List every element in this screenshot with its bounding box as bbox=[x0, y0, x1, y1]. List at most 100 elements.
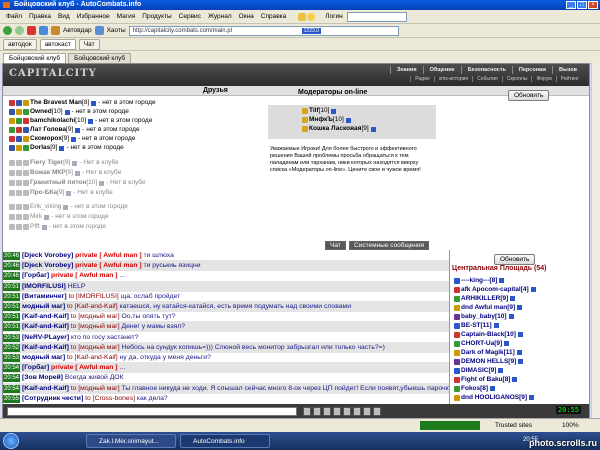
menu-view[interactable]: Вид bbox=[55, 13, 73, 20]
clan-icon[interactable] bbox=[23, 180, 29, 186]
message-author[interactable]: [Djeck Vorobey] bbox=[22, 262, 73, 269]
message-recipient[interactable]: to [IMORFILUSI] bbox=[67, 293, 118, 300]
message-author[interactable]: [Сотрудник чести] bbox=[22, 395, 83, 402]
info-icon[interactable] bbox=[510, 296, 516, 301]
info-icon[interactable] bbox=[512, 377, 518, 382]
clan-icon[interactable] bbox=[454, 331, 460, 338]
clan-icon[interactable] bbox=[454, 394, 460, 401]
translit-icon[interactable] bbox=[333, 407, 341, 416]
private-recipient[interactable]: private [ Awful man ] bbox=[49, 364, 117, 371]
message-time[interactable]: 20:54 bbox=[3, 364, 21, 373]
clan-icon[interactable] bbox=[454, 385, 460, 392]
hotkeys-label[interactable]: Хаоты bbox=[107, 27, 126, 34]
clan-icon[interactable] bbox=[454, 295, 460, 302]
message-author[interactable]: [Djeck Vorobey] bbox=[22, 252, 73, 259]
friend-name[interactable]: Гранитный питон bbox=[30, 179, 86, 187]
message-recipient[interactable]: to [Kaif-and-Kaif] bbox=[65, 354, 118, 361]
friend-name[interactable]: Mirk bbox=[30, 213, 42, 221]
nav-scrolls[interactable]: Скроллы bbox=[501, 76, 532, 82]
taskbar-item-browser[interactable]: AutoCombats.info bbox=[180, 434, 270, 448]
friend-name[interactable]: Про-БКа bbox=[30, 189, 57, 197]
message-time[interactable]: 20:51 bbox=[3, 282, 21, 291]
friend-name[interactable]: bamchikolachi bbox=[30, 117, 75, 125]
search-icon[interactable] bbox=[94, 26, 104, 35]
info-icon[interactable] bbox=[74, 170, 80, 176]
status-icon[interactable] bbox=[9, 136, 15, 142]
smile-icon[interactable] bbox=[307, 12, 316, 21]
status-icon[interactable] bbox=[9, 109, 15, 115]
clan-icon[interactable] bbox=[454, 367, 460, 374]
friend-name[interactable]: The Bravest Man bbox=[30, 99, 82, 107]
status-icon[interactable] bbox=[16, 160, 22, 166]
info-icon[interactable] bbox=[508, 314, 514, 319]
user-name[interactable]: ARHIKILLER[9] bbox=[461, 294, 508, 303]
info-icon[interactable] bbox=[345, 117, 351, 123]
settings-icon[interactable] bbox=[363, 407, 371, 416]
taskbar-item-folder[interactable]: Zak.l.Mer.snimayut... bbox=[86, 434, 176, 448]
nav-radio[interactable]: Радио bbox=[410, 76, 433, 82]
message-author[interactable]: модный маг] bbox=[22, 303, 65, 310]
user-name[interactable]: DEMON HELLS[9] bbox=[461, 357, 516, 366]
message-author[interactable]: [Kaif-and-Kaif] bbox=[22, 385, 69, 392]
menu-service[interactable]: Сервис bbox=[176, 13, 204, 20]
friend-name[interactable]: Fiery Tiger bbox=[30, 159, 63, 167]
clan-icon[interactable] bbox=[23, 224, 29, 230]
info-icon[interactable] bbox=[518, 359, 524, 364]
info-icon[interactable] bbox=[99, 180, 105, 186]
message-recipient[interactable]: to [модный маг] bbox=[69, 344, 120, 351]
message-author[interactable]: [Kaif-and-Kaif] bbox=[22, 323, 69, 330]
info-icon[interactable] bbox=[72, 160, 78, 166]
clan-icon[interactable] bbox=[23, 214, 29, 220]
game-logo[interactable]: CAPITALCITY bbox=[9, 68, 97, 79]
tab-chat[interactable]: Чат bbox=[78, 38, 100, 50]
user-name[interactable]: afk Apocom-capital[4] bbox=[461, 285, 529, 294]
friend-name[interactable]: Dorlas bbox=[30, 144, 50, 152]
message-time[interactable]: 20:46 bbox=[3, 272, 21, 281]
info-icon[interactable] bbox=[91, 100, 97, 106]
user-name[interactable]: Fokos[8] bbox=[461, 384, 488, 393]
clan-icon[interactable] bbox=[454, 313, 460, 320]
message-recipient[interactable]: to [Kaif-and-Kaif] bbox=[65, 303, 118, 310]
moderator-name[interactable]: Кошка Ласковая bbox=[309, 125, 361, 133]
info-icon[interactable] bbox=[63, 204, 69, 210]
message-time[interactable]: 20:54 bbox=[3, 374, 21, 383]
clan-icon[interactable] bbox=[454, 304, 460, 311]
info-icon[interactable] bbox=[75, 127, 81, 133]
menu-edit[interactable]: Правка bbox=[26, 13, 54, 20]
info-icon[interactable] bbox=[88, 118, 93, 124]
status-icon[interactable] bbox=[9, 180, 15, 186]
status-icon[interactable] bbox=[9, 224, 15, 230]
clan-icon[interactable] bbox=[23, 145, 29, 151]
message-time[interactable]: 20:51 bbox=[3, 303, 21, 311]
message-time[interactable]: 20:51 bbox=[3, 313, 21, 322]
message-author[interactable]: [NeRV-PLayer] bbox=[22, 334, 69, 341]
info-icon[interactable] bbox=[44, 214, 50, 220]
friend-name[interactable]: Скоморох bbox=[30, 135, 62, 143]
friends-refresh-button[interactable]: Обновить bbox=[508, 90, 550, 101]
menu-help[interactable]: Справка bbox=[258, 13, 290, 20]
status-icon[interactable] bbox=[9, 214, 15, 220]
page-scrollbar[interactable] bbox=[591, 63, 600, 418]
friend-name[interactable]: Лат Голова bbox=[30, 126, 66, 134]
minimize-button[interactable]: _ bbox=[566, 1, 576, 9]
info-icon[interactable] bbox=[517, 332, 523, 337]
menu-journal[interactable]: Журнал bbox=[205, 13, 235, 20]
forward-icon[interactable] bbox=[15, 26, 24, 35]
status-icon[interactable] bbox=[9, 160, 15, 166]
menu-products[interactable]: Продукты bbox=[139, 13, 174, 20]
filter-icon[interactable] bbox=[343, 407, 351, 416]
message-recipient[interactable]: to [модный маг] bbox=[69, 323, 120, 330]
autovhod-label[interactable]: Автовдар bbox=[63, 27, 92, 34]
status-icon[interactable] bbox=[9, 145, 15, 151]
info-icon[interactable] bbox=[59, 145, 65, 151]
favorites-icon[interactable] bbox=[298, 12, 307, 21]
info-icon[interactable] bbox=[499, 278, 505, 283]
status-icon[interactable] bbox=[9, 204, 15, 210]
info-icon[interactable] bbox=[498, 368, 504, 373]
user-name[interactable]: Fight of Baku[8] bbox=[461, 375, 510, 384]
maximize-button[interactable]: □ bbox=[577, 1, 587, 9]
message-recipient[interactable]: to [Cross-bones] bbox=[83, 395, 135, 402]
info-icon[interactable] bbox=[64, 109, 70, 115]
clan-icon[interactable] bbox=[23, 109, 29, 115]
clan-icon[interactable] bbox=[454, 376, 460, 383]
